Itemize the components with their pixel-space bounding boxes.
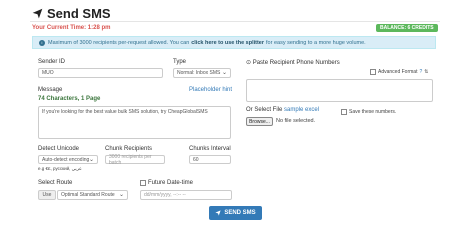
route-label: Select Route	[38, 180, 73, 186]
future-date-checkbox[interactable]	[140, 180, 146, 186]
send-icon	[32, 8, 43, 19]
unicode-label: Detect Unicode	[38, 146, 80, 152]
advanced-format-label: Advanced Format	[378, 69, 418, 75]
type-select-value: Normal: Inbox SMS	[177, 70, 221, 76]
page-title: Send SMS	[32, 6, 111, 21]
info-text-suffix: for easy sending to a more huge volume.	[266, 39, 366, 46]
unicode-select-value: Auto-detect encoding	[42, 156, 90, 163]
message-textarea[interactable]: If you're looking for the best value bul…	[38, 106, 231, 139]
sender-id-label: Sender ID	[38, 59, 66, 65]
advanced-format[interactable]: Advanced Format ? ⇅	[370, 69, 428, 75]
route-select[interactable]: Optimal Standard Route	[57, 190, 128, 200]
placeholder-hint-link[interactable]: Placeholder hint	[189, 87, 232, 93]
splitter-link[interactable]: click here to use the splitter	[191, 40, 264, 46]
send-sms-label: SEND SMS	[224, 210, 256, 216]
sample-excel-link[interactable]: sample excel	[284, 107, 319, 113]
save-numbers-checkbox[interactable]	[341, 109, 347, 115]
map-pin-icon: ⊙	[246, 60, 252, 66]
paste-label: ⊙ Paste Recipient Phone Numbers	[246, 60, 340, 66]
unicode-hint: e.g €£, русский, عربي	[38, 166, 82, 171]
sort-icon[interactable]: ⇅	[424, 69, 428, 75]
character-count: 74 Characters, 1 Page	[38, 96, 101, 102]
message-label: Message	[38, 87, 63, 93]
page-title-text: Send SMS	[47, 6, 111, 21]
advanced-format-checkbox[interactable]	[370, 69, 376, 75]
save-numbers-label: Save these numbers.	[349, 109, 397, 115]
balance-badge: BALANCE: 6 CREDITS	[376, 24, 438, 32]
type-label: Type	[173, 59, 187, 65]
future-date-label: Future Date-time	[140, 180, 193, 186]
type-select[interactable]: Normal: Inbox SMS	[173, 68, 231, 78]
route-prefix: Use	[38, 190, 56, 200]
route-select-value: Optimal Standard Route	[61, 192, 115, 198]
browse-button[interactable]: Browse...	[246, 117, 273, 126]
unicode-select[interactable]: Auto-detect encoding	[38, 155, 98, 164]
chunk-recipients-label: Chunk Recipients	[105, 146, 153, 152]
info-text-prefix: Maximum of 3000 recipients per-request a…	[48, 39, 190, 46]
select-file-label: Or Select File	[246, 107, 283, 113]
send-sms-button[interactable]: SEND SMS	[209, 206, 262, 220]
help-icon[interactable]: ?	[419, 69, 422, 75]
save-numbers[interactable]: Save these numbers.	[341, 109, 396, 115]
chunks-interval-label: Chunks Interval	[189, 146, 231, 152]
chunk-recipients-input[interactable]: 3000 recipients per batch	[105, 154, 165, 166]
recipients-textarea[interactable]	[246, 79, 433, 102]
chunks-interval-input[interactable]: 60	[189, 155, 231, 164]
current-time: Your Current Time: 1:28 pm	[32, 25, 111, 31]
divider	[30, 21, 440, 22]
info-icon: i	[39, 39, 45, 46]
send-icon	[215, 210, 221, 216]
sender-id-input[interactable]: MUO	[38, 68, 163, 78]
future-date-input[interactable]: dd/mm/yyyy, --:-- --	[140, 190, 232, 200]
info-alert: i Maximum of 3000 recipients per-request…	[32, 36, 436, 49]
file-status: No file selected.	[276, 118, 316, 124]
